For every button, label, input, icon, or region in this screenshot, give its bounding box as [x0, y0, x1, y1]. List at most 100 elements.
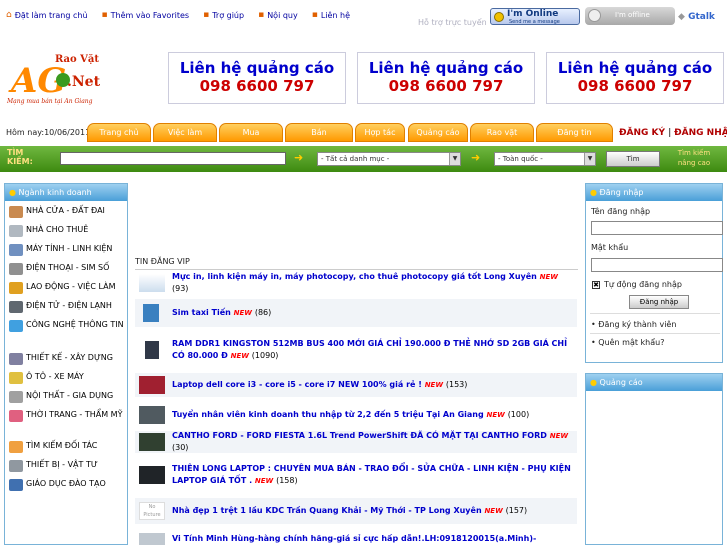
ruler-icon	[9, 353, 23, 365]
help-link[interactable]: ▪ Trợ giúp	[203, 10, 244, 20]
password-label: Mật khẩu	[591, 243, 629, 252]
remember-checkbox[interactable]: ✖	[592, 281, 600, 289]
gtalk-link[interactable]: ◆ Gtalk	[678, 12, 715, 22]
category-item-equipment[interactable]: THIẾT BỊ - VẬT TƯ	[5, 460, 127, 479]
new-badge: NEW	[549, 432, 569, 440]
category-item-furniture[interactable]: NỘI THẤT - GIA DỤNG	[5, 391, 127, 410]
support-label: Hỗ trợ trực tuyến	[418, 18, 487, 27]
search-label: TÌM KIẾM:	[7, 148, 33, 166]
category-item-vehicles[interactable]: Ô TÔ - XE MÁY	[5, 372, 127, 391]
category-item-phones[interactable]: ĐIỆN THOẠI - SIM SỐ	[5, 263, 127, 282]
arrow-right-icon: ➜	[294, 151, 304, 164]
nav-classifieds[interactable]: Rao vặt	[470, 123, 534, 142]
category-item-fashion[interactable]: THỜI TRANG - THẨM MỸ	[5, 410, 127, 441]
chevron-down-icon: ▼	[449, 153, 460, 165]
vip-listing[interactable]: No Picture Nhà đẹp 1 trệt 1 lầu KDC Trần…	[135, 498, 577, 524]
advanced-search-link[interactable]: Tìm kiếm nâng cao	[669, 148, 719, 168]
register-link[interactable]: ĐĂNG KÝ	[619, 128, 665, 138]
gtalk-icon: ◆	[678, 12, 685, 22]
nav-buy[interactable]: Mua	[219, 123, 283, 142]
category-item-labor[interactable]: LAO ĐỘNG - VIỆC LÀM	[5, 282, 127, 301]
ads-panel-header: ● Quảng cáo	[586, 374, 722, 391]
add-favorites-link[interactable]: ▪ Thêm vào Favorites	[102, 10, 190, 20]
forgot-password-link[interactable]: • Quên mật khẩu?	[591, 338, 664, 347]
online-badge[interactable]: I'm Online Send me a message	[490, 8, 580, 25]
vip-listing[interactable]: Sim taxi Tiến NEW (86)	[135, 299, 577, 327]
category-item-it[interactable]: CÔNG NGHỆ THÔNG TIN	[5, 320, 127, 353]
ads-panel: ● Quảng cáo	[585, 373, 723, 545]
category-item-partners[interactable]: TÌM KIẾM ĐỐI TÁC	[5, 441, 127, 460]
vip-listing[interactable]: THIÊN LONG LAPTOP : CHUYÊN MUA BÁN - TRA…	[135, 460, 577, 490]
nav-post-ad[interactable]: Đăng tin	[536, 123, 613, 142]
building-icon	[9, 225, 23, 237]
svg-text:Mạng mua bán tại An Giang: Mạng mua bán tại An Giang	[6, 98, 93, 105]
nav-home[interactable]: Trang chủ	[87, 123, 151, 142]
contact-icon: ▪	[311, 10, 318, 20]
svg-text:.Net: .Net	[67, 74, 101, 90]
category-item-rental[interactable]: NHÀ CHO THUÊ	[5, 225, 127, 244]
category-item-electronics[interactable]: ĐIỆN TỬ - ĐIỆN LẠNH	[5, 301, 127, 320]
home-icon: ⌂	[6, 10, 12, 20]
vip-listing[interactable]: CANTHO FORD - FORD FIESTA 1.6L Trend Pow…	[135, 431, 577, 453]
vip-listing[interactable]: Vi Tính Minh Hùng-hàng chính hãng-giá sỉ…	[135, 532, 577, 546]
username-field[interactable]	[591, 221, 723, 235]
category-select[interactable]: - Tất cả danh mục - ▼	[317, 152, 461, 166]
listing-thumbnail	[139, 406, 165, 424]
set-homepage-link[interactable]: ⌂ Đặt làm trang chủ	[6, 10, 88, 20]
ad-banner-1[interactable]: Liên hệ quảng cáo 098 6600 797	[168, 52, 346, 104]
ad-banner-2[interactable]: Liên hệ quảng cáo 098 6600 797	[357, 52, 535, 104]
category-item-real-estate[interactable]: NHÀ CỬA - ĐẤT ĐAI	[5, 206, 127, 225]
category-item-education[interactable]: GIÁO DỤC ĐÀO TẠO	[5, 479, 127, 498]
search-button[interactable]: Tìm	[606, 151, 660, 167]
book-icon	[9, 479, 23, 491]
divider	[590, 313, 720, 314]
gear-icon	[9, 460, 23, 472]
online-status-icon	[494, 12, 504, 22]
listing-thumbnail	[143, 304, 159, 322]
password-field[interactable]	[591, 258, 723, 272]
register-member-link[interactable]: • Đăng ký thành viên	[591, 320, 676, 329]
lipstick-icon	[9, 410, 23, 422]
vip-listing[interactable]: Tuyển nhân viên kinh doanh thu nhập từ 2…	[135, 404, 577, 426]
nav-cooperation[interactable]: Hợp tác	[355, 123, 405, 142]
listing-thumbnail	[139, 466, 165, 484]
vip-listing[interactable]: Laptop dell core i3 - core i5 - core i7 …	[135, 373, 577, 397]
site-logo[interactable]: Rao Vặt AG .Net Mạng mua bán tại An Gian…	[5, 50, 125, 110]
new-badge: NEW	[254, 477, 274, 485]
contact-link[interactable]: ▪ Liên hệ	[312, 10, 350, 20]
login-button[interactable]: Đăng nhập	[629, 295, 689, 309]
offline-badge[interactable]: I'm offline	[585, 7, 675, 25]
listing-thumbnail	[139, 376, 165, 394]
category-item-computers[interactable]: MÁY TÍNH - LINH KIỆN	[5, 244, 127, 263]
bullet-icon: ●	[590, 378, 597, 387]
category-panel-header: ● Ngành kinh doanh	[5, 184, 127, 201]
new-badge: NEW	[233, 309, 253, 317]
rules-link[interactable]: ▪ Nội quy	[258, 10, 298, 20]
chevron-down-icon: ▼	[584, 153, 595, 165]
vip-listing[interactable]: Mực in, linh kiện máy in, máy photocopy,…	[135, 272, 577, 293]
login-panel-header: ● Đăng nhập	[586, 184, 722, 201]
nav-jobs[interactable]: Việc làm	[153, 123, 217, 142]
login-link[interactable]: ĐĂNG NHẬP	[674, 128, 727, 138]
tools-icon	[9, 391, 23, 403]
region-select[interactable]: - Toàn quốc - ▼	[494, 152, 596, 166]
phone-icon	[9, 263, 23, 275]
new-badge: NEW	[486, 411, 505, 419]
nav-sell[interactable]: Bán	[285, 123, 353, 142]
top-links: ⌂ Đặt làm trang chủ ▪ Thêm vào Favorites ▪…	[6, 10, 350, 20]
new-badge: NEW	[539, 273, 559, 281]
new-badge: NEW	[230, 352, 249, 360]
star-icon: ▪	[101, 10, 108, 20]
nav-advertising[interactable]: Quảng cáo	[408, 123, 468, 142]
category-item-construction[interactable]: THIẾT KẾ - XÂY DỰNG	[5, 353, 127, 372]
new-badge: NEW	[484, 507, 503, 515]
new-badge: NEW	[424, 381, 444, 389]
vip-listing[interactable]: RAM DDR1 KINGSTON 512MB BUS 400 MỚI GIÁ …	[135, 331, 577, 369]
ad-banner-3[interactable]: Liên hệ quảng cáo 098 6600 797	[546, 52, 724, 104]
computer-icon	[9, 244, 23, 256]
car-icon	[9, 372, 23, 384]
vip-divider	[135, 269, 578, 270]
listing-thumbnail	[139, 433, 165, 451]
search-input[interactable]	[60, 152, 286, 165]
listing-thumbnail	[139, 274, 165, 292]
